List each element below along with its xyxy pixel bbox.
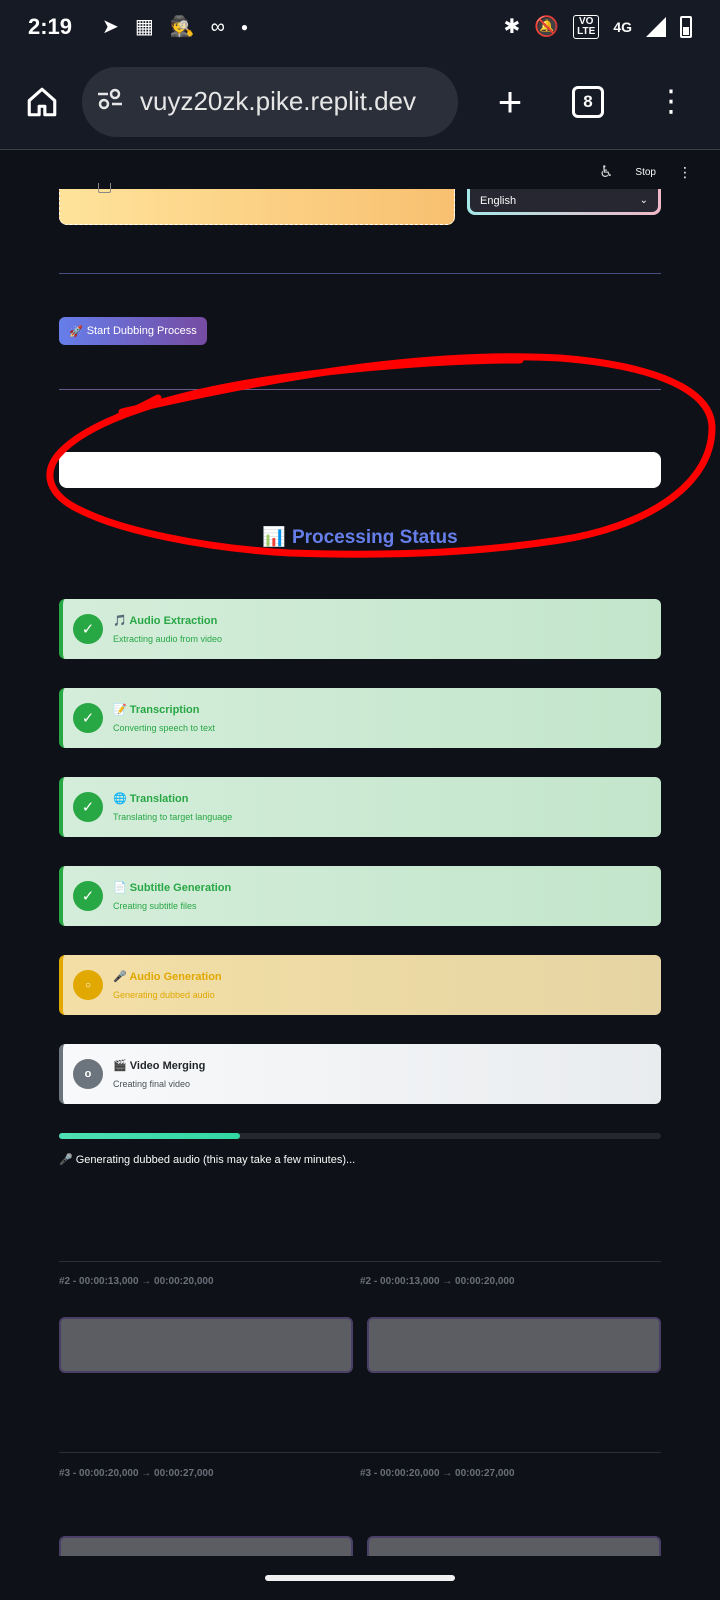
step-title: 📝 Transcription bbox=[113, 704, 200, 716]
signal-icon bbox=[646, 17, 666, 37]
processing-status-heading: 📊 Processing Status bbox=[262, 527, 458, 548]
app-menu-icon[interactable]: ⋮ bbox=[678, 164, 692, 181]
clock: 2:19 bbox=[28, 14, 73, 39]
home-icon[interactable] bbox=[18, 78, 66, 126]
file-uploader[interactable] bbox=[59, 183, 455, 225]
step-title: 🎬 Video Merging bbox=[113, 1060, 206, 1072]
status-bar: 2:19 ➤ ▦ 🕵 ∞ ● ✱ 🔕 VO LTE 4G bbox=[0, 0, 720, 54]
progress-container bbox=[59, 452, 661, 488]
notifications-off-icon: 🔕 bbox=[534, 16, 560, 38]
stop-button[interactable]: Stop bbox=[635, 167, 656, 178]
incognito-icon: 🕵 bbox=[169, 16, 195, 38]
step-subtitle: Creating final video bbox=[113, 1079, 191, 1089]
step-subtitle-generation: ✓ 📄 Subtitle Generation Creating subtitle … bbox=[59, 866, 661, 926]
rocket-icon: 🚀 bbox=[69, 325, 83, 338]
network-type: 4G bbox=[613, 19, 632, 35]
step-audio-extraction: ✓ 🎵 Audio Extraction Extracting audio from… bbox=[59, 599, 661, 659]
step-title: 📄 Subtitle Generation bbox=[113, 882, 232, 894]
new-tab-icon[interactable]: + bbox=[488, 78, 532, 126]
chart-icon: 📊 bbox=[262, 527, 286, 548]
step-audio-generation: ○ 🎤 Audio Generation Generating dubbed aud… bbox=[59, 955, 661, 1015]
step-status-icon: ✓ bbox=[73, 881, 103, 911]
browser-toolbar: vuyz20zk.pike.replit.dev + 8 ⋮ bbox=[0, 54, 720, 150]
tab-switcher-button[interactable]: 8 bbox=[572, 85, 604, 118]
app-notification-icon: ▦ bbox=[134, 16, 154, 38]
divider bbox=[59, 1261, 661, 1262]
divider bbox=[59, 273, 661, 274]
chevron-down-icon: ⌄ bbox=[639, 195, 648, 206]
step-subtitle: Extracting audio from video bbox=[113, 634, 223, 644]
telegram-icon: ➤ bbox=[102, 16, 119, 38]
upload-checkbox-icon bbox=[98, 183, 111, 193]
volte-icon: VO LTE bbox=[573, 15, 600, 39]
step-subtitle: Translating to target language bbox=[113, 812, 233, 822]
step-status-icon: o bbox=[73, 1059, 103, 1089]
selected-language: English bbox=[480, 194, 517, 207]
step-subtitle: Generating dubbed audio bbox=[113, 990, 215, 1000]
progress-message: 🎤 Generating dubbed audio (this may take… bbox=[59, 1154, 356, 1166]
progress-bar bbox=[59, 1133, 661, 1139]
address-bar[interactable]: vuyz20zk.pike.replit.dev bbox=[82, 66, 458, 137]
step-title: 🌐 Translation bbox=[113, 793, 189, 805]
step-title: 🎵 Audio Extraction bbox=[113, 615, 218, 627]
progress-bar-fill bbox=[59, 1133, 240, 1139]
start-dubbing-label: Start Dubbing Process bbox=[86, 325, 197, 337]
dot-icon: ● bbox=[240, 20, 249, 34]
segment-label: #2 - 00:00:13,000 → 00:00:20,000 bbox=[360, 1276, 515, 1287]
gesture-nav-handle[interactable] bbox=[265, 1575, 455, 1581]
battery-icon bbox=[680, 16, 692, 38]
start-dubbing-button[interactable]: 🚀 Start Dubbing Process bbox=[59, 317, 207, 345]
segment-label: #2 - 00:00:13,000 → 00:00:20,000 bbox=[59, 1276, 214, 1287]
step-status-icon: ✓ bbox=[73, 792, 103, 822]
segment-translated-text[interactable] bbox=[367, 1536, 661, 1556]
mask-icon: ∞ bbox=[210, 16, 225, 38]
step-status-icon: ✓ bbox=[73, 703, 103, 733]
overflow-menu-icon[interactable]: ⋮ bbox=[656, 86, 686, 117]
url-text: vuyz20zk.pike.replit.dev bbox=[140, 86, 417, 116]
running-icon: ♿ bbox=[599, 164, 614, 181]
step-status-icon: ✓ bbox=[73, 614, 103, 644]
segment-label: #3 - 00:00:20,000 → 00:00:27,000 bbox=[59, 1468, 214, 1479]
segment-label: #3 - 00:00:20,000 → 00:00:27,000 bbox=[360, 1468, 515, 1479]
step-subtitle: Creating subtitle files bbox=[113, 901, 197, 911]
step-title: 🎤 Audio Generation bbox=[113, 971, 222, 983]
step-video-merging: o 🎬 Video Merging Creating final video bbox=[59, 1044, 661, 1104]
site-settings-icon[interactable] bbox=[96, 87, 130, 117]
segment-original-text[interactable] bbox=[59, 1317, 353, 1373]
divider bbox=[59, 389, 661, 390]
target-language-select[interactable]: English ⌄ bbox=[467, 189, 661, 215]
bluetooth-icon: ✱ bbox=[503, 16, 521, 38]
step-transcription: ✓ 📝 Transcription Converting speech to tex… bbox=[59, 688, 661, 748]
segment-original-text[interactable] bbox=[59, 1536, 353, 1556]
step-status-icon: ○ bbox=[73, 970, 103, 1000]
step-subtitle: Converting speech to text bbox=[113, 723, 216, 733]
segment-translated-text[interactable] bbox=[367, 1317, 661, 1373]
divider bbox=[59, 1452, 661, 1453]
step-translation: ✓ 🌐 Translation Translating to target lang… bbox=[59, 777, 661, 837]
